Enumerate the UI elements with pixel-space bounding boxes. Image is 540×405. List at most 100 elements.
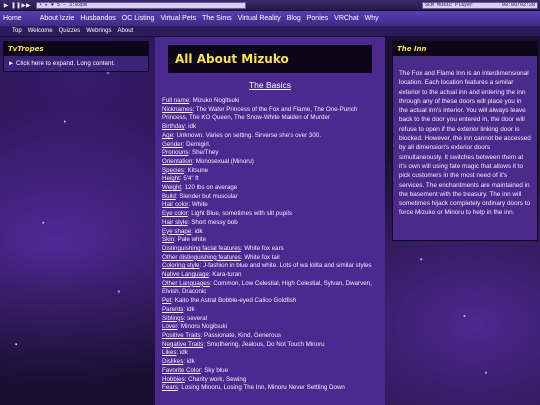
fact-row: Favorite Color: Sky blue xyxy=(162,367,380,376)
fact-value: : Slender but muscular xyxy=(175,192,238,200)
fact-key: Hobbies xyxy=(162,375,185,383)
pause-icon[interactable]: ❚❚ xyxy=(11,1,21,9)
fact-key: Nicknames xyxy=(162,105,193,113)
fact-row: Negative Traits: Smothering, Jealous, Do… xyxy=(162,341,380,350)
fact-key: Gender xyxy=(162,140,183,148)
fact-value: : 120 lbs on average xyxy=(181,184,238,192)
fact-value: : Monosexual (Minoru) xyxy=(192,157,254,165)
nav-husbandos[interactable]: Husbandos xyxy=(80,15,115,22)
fact-key: Height xyxy=(162,175,180,183)
fact-key: Eye shape xyxy=(162,227,192,235)
fact-row: Other distinguishing features: White fox… xyxy=(162,254,380,263)
nav-virtual-pets[interactable]: Virtual Pets xyxy=(160,15,196,22)
nav-virtual-reality[interactable]: Virtual Reality xyxy=(238,15,281,22)
fact-key: Parents xyxy=(162,305,184,313)
fact-key: Other Languages xyxy=(162,279,210,287)
fact-key: Lover xyxy=(162,323,178,331)
fact-value: : White fox ears xyxy=(240,244,284,252)
fact-value: : Kaito the Astral Bobble-eyed Calico Go… xyxy=(171,297,297,305)
fact-value: : Demigirl. xyxy=(182,140,211,148)
subnav-top[interactable]: Top xyxy=(12,28,22,34)
nav-blog[interactable]: Blog xyxy=(287,15,301,22)
music-titlebar: ▶ ❚❚ ▶▶ • ▸ ♥ 5 – 3:03pm SCM Music Playe… xyxy=(0,0,540,11)
fact-key: Age xyxy=(162,131,174,139)
fact-key: Orientation xyxy=(162,157,193,165)
fact-value: : Mizuko Nogitsuki xyxy=(189,97,240,104)
fact-value: : She/They xyxy=(188,149,219,157)
play-icon[interactable]: ▶ xyxy=(2,1,10,9)
fact-key: Favorite Color xyxy=(162,366,201,374)
fact-value: : idk xyxy=(191,227,203,235)
sub-nav: Top Welcome Quizzes Webrings About xyxy=(0,26,540,37)
fact-row: Positive Traits: Passionate, Kind, Gener… xyxy=(162,332,380,341)
player-time: 00:00/02:28 xyxy=(501,1,535,8)
fact-value: : Smothering, Jealous, Do Not Touch Mino… xyxy=(203,340,325,348)
fact-key: Eye color xyxy=(162,210,188,218)
fact-row: Pet: Kaito the Astral Bobble-eyed Calico… xyxy=(162,297,380,306)
fact-value: : idk xyxy=(183,305,195,313)
fact-row: Height: 5'4" ft xyxy=(162,175,380,184)
fact-row: Fears: Losing Minoru, Losing The Inn, Mi… xyxy=(162,384,380,393)
fact-key: Positive Traits xyxy=(162,331,201,339)
fact-value: : Sky blue xyxy=(200,366,229,374)
nav-oc-listing[interactable]: OC Listing xyxy=(122,15,155,22)
tvtropes-title: TvTropes xyxy=(4,42,148,56)
fact-row: Eye color: Light Blue, sometimes with sl… xyxy=(162,210,380,219)
fact-row: Hobbies: Charity work, Sewing xyxy=(162,376,380,385)
fact-value: : White xyxy=(188,201,208,209)
nav-why[interactable]: Why xyxy=(365,15,379,22)
player-label: SCM Music Player xyxy=(425,1,474,8)
fact-key: Weight xyxy=(162,184,182,192)
nav-the-sims[interactable]: The Sims xyxy=(202,15,232,22)
fact-row: Weight: 120 lbs on average xyxy=(162,184,380,193)
main-content: All About Mizuko The Basics Full name: M… xyxy=(155,37,385,405)
main-nav: Home About Izzie Husbandos OC Listing Vi… xyxy=(0,11,540,26)
fact-key: Build xyxy=(162,192,176,200)
section-title: The Basics xyxy=(248,80,292,90)
fact-row: Hair style: Short messy bob xyxy=(162,219,380,228)
fact-key: Coloring style xyxy=(162,262,200,270)
fact-key: Hair color xyxy=(162,201,189,209)
fact-row: Siblings: several xyxy=(162,315,380,324)
nav-ponies[interactable]: Ponies xyxy=(307,15,328,22)
basics-list: Full name: Mizuko Nogitsuki Nicknames: Th… xyxy=(162,97,380,393)
fact-value: : idk xyxy=(176,349,188,357)
subnav-about[interactable]: About xyxy=(118,28,134,34)
inn-description: The Fox and Flame Inn is an interdimensi… xyxy=(399,70,531,217)
fact-value: : Pale white xyxy=(174,236,207,244)
nav-home[interactable]: Home xyxy=(3,15,22,22)
fact-value: : idk xyxy=(184,123,197,131)
fact-value: : several xyxy=(183,314,208,322)
fact-value: : J-fashion in blue and white. Lots of w… xyxy=(199,262,372,270)
fact-row: Lover: Minoru Nogitsuki xyxy=(162,323,380,332)
fact-key: Other distinguishing features xyxy=(162,253,241,261)
fact-key: Pronouns xyxy=(162,149,189,157)
inn-panel: The Inn The Fox and Flame Inn is an inte… xyxy=(392,41,538,241)
fact-row: Likes: idk xyxy=(162,349,380,358)
fact-row: Build: Slender but muscular xyxy=(162,193,380,202)
fact-row: Gender: Demigirl. xyxy=(162,141,380,150)
fact-value: : Passionate, Kind, Generous xyxy=(200,331,282,339)
fact-key: Siblings xyxy=(162,314,184,322)
fact-value: : Charity work, Sewing xyxy=(184,375,247,383)
subnav-webrings[interactable]: Webrings xyxy=(86,28,111,34)
fact-row: Pronouns: She/They xyxy=(162,149,380,158)
subnav-welcome[interactable]: Welcome xyxy=(28,28,53,34)
next-icon[interactable]: ▶▶ xyxy=(21,1,30,9)
expand-toggle[interactable]: ► Click here to expand. Long content. xyxy=(4,56,148,71)
track-info: • ▸ ♥ 5 – 3:03pm xyxy=(36,1,246,9)
fact-row: Nicknames: The Water Princess of the Fox… xyxy=(162,106,380,123)
fact-key: Species xyxy=(162,166,185,174)
fact-value: : idk xyxy=(183,358,195,366)
nav-about-izzie[interactable]: About Izzie xyxy=(40,15,75,22)
fact-row: Hair color: White xyxy=(162,201,380,210)
fact-key: Native Language xyxy=(162,271,209,279)
fact-value: : Unknown. Varies on setting. Sirverse s… xyxy=(173,131,321,139)
fact-key: Likes xyxy=(162,349,177,357)
fact-row: Distinguishing facial features: White fo… xyxy=(162,245,380,254)
fact-key: Skin xyxy=(162,236,175,244)
nav-vrchat[interactable]: VRChat xyxy=(334,15,359,22)
subnav-quizzes[interactable]: Quizzes xyxy=(59,28,81,34)
fact-key: Distinguishing facial features xyxy=(162,244,241,252)
player-display[interactable]: SCM Music Player 00:00/02:28 xyxy=(422,1,538,9)
